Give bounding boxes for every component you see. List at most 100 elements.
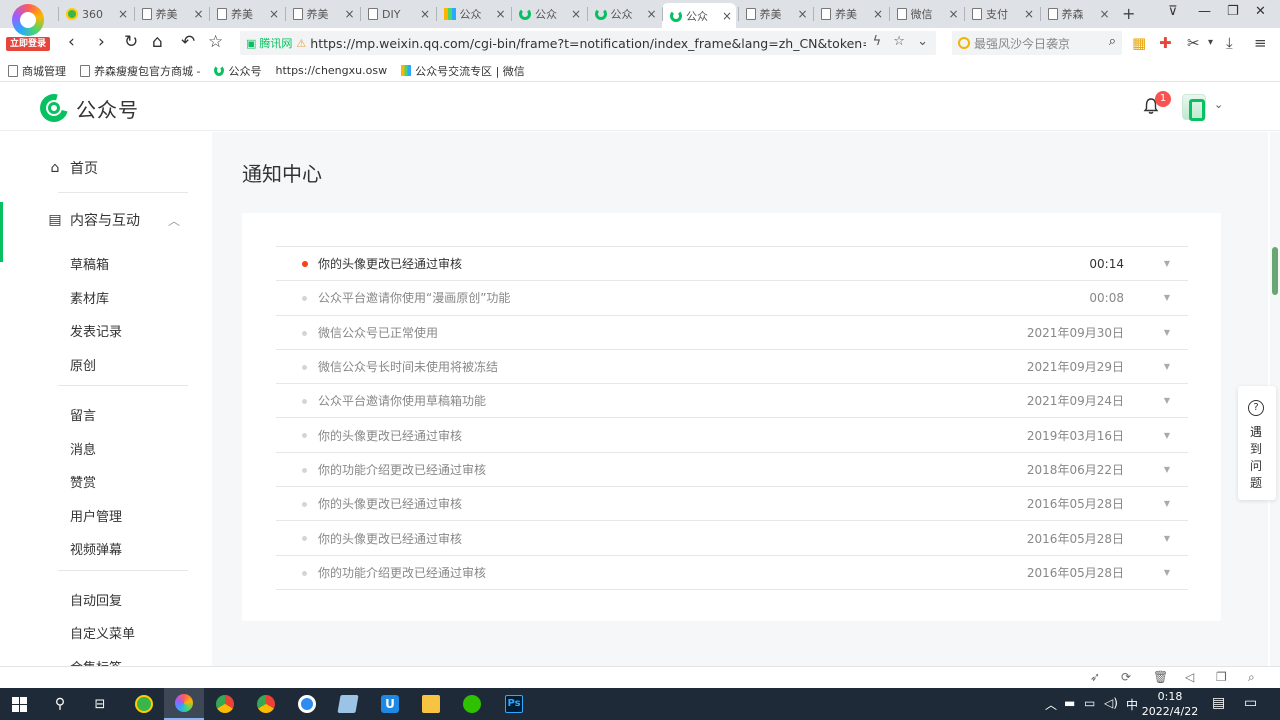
sidebar-subitem[interactable]: 视频弹幕 xyxy=(70,539,122,558)
expand-caret-icon[interactable]: ▼ xyxy=(1164,499,1170,508)
notice-title[interactable]: 公众平台邀请你使用草稿箱功能 xyxy=(318,392,486,409)
minimize-button[interactable]: — xyxy=(1198,4,1211,19)
expand-caret-icon[interactable]: ▼ xyxy=(1164,396,1170,405)
rocket-icon[interactable]: ➶ xyxy=(1090,670,1100,684)
url-text[interactable]: https://mp.weixin.qq.com/cgi-bin/frame?t… xyxy=(310,36,866,51)
taskbar-app-notes[interactable] xyxy=(328,688,368,720)
search-input[interactable]: 最强风沙今日袭京 ⌕ xyxy=(952,31,1122,55)
notice-title[interactable]: 你的头像更改已经通过审核 xyxy=(318,530,462,547)
close-icon[interactable]: × xyxy=(571,7,581,21)
notice-title[interactable]: 微信公众号已正常使用 xyxy=(318,324,438,341)
back-button[interactable]: ‹ xyxy=(68,32,75,52)
favorite-star-icon[interactable]: ☆ xyxy=(208,32,223,52)
notice-row[interactable]: 公众平台邀请你使用草稿箱功能 2021年09月24日 ▼ xyxy=(276,384,1188,419)
undo-close-button[interactable]: ↶ xyxy=(181,32,195,52)
bookmark-item[interactable]: 公众号交流专区 | 微信 xyxy=(401,63,525,79)
close-icon[interactable]: × xyxy=(495,7,505,21)
taskbar-app-current-browser[interactable] xyxy=(164,688,204,720)
chevron-down-icon[interactable]: ⌄ xyxy=(1214,98,1223,111)
bookmark-star-icon[interactable]: ☆ xyxy=(893,34,905,49)
browser-tab[interactable]: 养美 × xyxy=(209,3,283,25)
notice-row[interactable]: 你的功能介绍更改已经通过审核 2018年06月22日 ▼ xyxy=(276,453,1188,488)
expand-caret-icon[interactable]: ▼ xyxy=(1164,534,1170,543)
chevron-down-icon[interactable]: ⌄ xyxy=(917,34,928,49)
browser-tab[interactable]: 公众 × xyxy=(586,3,661,25)
browser-logo[interactable]: 立即登录 xyxy=(6,2,50,51)
sidebar-subitem[interactable]: 自动回复 xyxy=(70,590,122,609)
close-icon[interactable]: × xyxy=(1099,7,1109,21)
apps-icon[interactable]: ▦ xyxy=(1132,34,1146,52)
bookmark-item[interactable]: 公众号 xyxy=(214,63,261,79)
refresh-icon[interactable]: ⟳ xyxy=(1121,670,1131,684)
window-icon[interactable]: ❐ xyxy=(1216,670,1227,684)
taskbar-app-photoshop[interactable]: Ps xyxy=(494,688,534,720)
close-icon[interactable]: × xyxy=(269,7,279,21)
wechat-mp-logo-icon[interactable] xyxy=(34,88,74,128)
trash-icon[interactable]: 🗑 xyxy=(1153,670,1168,684)
close-icon[interactable]: × xyxy=(948,7,958,21)
notice-row[interactable]: 公众平台邀请你使用“漫画原创”功能 00:08 ▼ xyxy=(276,281,1188,316)
sidebar-subitem[interactable]: 发表记录 xyxy=(70,321,122,340)
taskbar-app-chrome[interactable] xyxy=(205,688,245,720)
reload-button[interactable]: ↻ xyxy=(124,32,138,52)
notice-title[interactable]: 你的功能介绍更改已经通过审核 xyxy=(318,461,486,478)
sidebar-subitem[interactable]: 留言 xyxy=(70,405,96,424)
close-icon[interactable]: × xyxy=(722,9,732,23)
notice-row[interactable]: 你的头像更改已经通过审核 2019年03月16日 ▼ xyxy=(276,418,1188,453)
tray-volume-icon[interactable]: ◁) xyxy=(1104,696,1118,710)
tray-expand-icon[interactable]: ︿ xyxy=(1045,696,1057,713)
taskbar-app-wechat[interactable] xyxy=(452,688,492,720)
game-icon[interactable]: ✚ xyxy=(1159,34,1172,52)
notice-title[interactable]: 你的头像更改已经通过审核 xyxy=(318,255,462,272)
expand-caret-icon[interactable]: ▼ xyxy=(1164,293,1170,302)
notice-row[interactable]: 你的功能介绍更改已经通过审核 2016年05月28日 ▼ xyxy=(276,556,1188,590)
help-button[interactable]: ? 遇到问题 xyxy=(1238,386,1276,500)
browser-tab[interactable]: 支付 × xyxy=(964,3,1038,25)
windows-start-icon[interactable] xyxy=(12,697,27,712)
sidebar-subitem[interactable]: 素材库 xyxy=(70,288,109,307)
browser-tab[interactable]: 养美 × xyxy=(813,3,887,25)
search-icon[interactable]: ⌕ xyxy=(1109,34,1116,49)
sidebar-subitem[interactable]: 赞赏 xyxy=(70,472,96,491)
notice-row[interactable]: 微信公众号长时间未使用将被冻结 2021年09月29日 ▼ xyxy=(276,350,1188,385)
notice-row[interactable]: 你的头像更改已经通过审核 00:14 ▼ xyxy=(276,247,1188,282)
sidebar-subitem[interactable]: 合集标签 xyxy=(70,657,122,667)
scrollbar-thumb[interactable] xyxy=(1272,247,1278,295)
close-icon[interactable]: × xyxy=(646,7,656,21)
address-bar[interactable]: ▣ 腾讯网 ⚠ https://mp.weixin.qq.com/cgi-bin… xyxy=(240,31,936,55)
browser-tab[interactable]: 公众 × xyxy=(511,3,585,25)
window-menu-icon[interactable]: ⊽ xyxy=(1168,4,1178,19)
home-button[interactable]: ⌂ xyxy=(152,32,163,52)
chevron-up-icon[interactable]: ︿ xyxy=(168,212,180,229)
browser-tab[interactable]: 微信 × xyxy=(888,3,963,25)
close-icon[interactable]: × xyxy=(797,7,807,21)
close-icon[interactable]: × xyxy=(420,7,430,21)
expand-caret-icon[interactable]: ▼ xyxy=(1164,362,1170,371)
close-icon[interactable]: × xyxy=(1024,7,1034,21)
sidebar-subitem[interactable]: 消息 xyxy=(70,439,96,458)
close-icon[interactable]: × xyxy=(193,7,203,21)
close-icon[interactable]: × xyxy=(344,7,354,21)
browser-tab[interactable]: 360 × xyxy=(58,3,132,25)
action-center-icon[interactable]: ▭ xyxy=(1244,695,1257,711)
expand-caret-icon[interactable]: ▼ xyxy=(1164,259,1170,268)
taskbar-clock[interactable]: 0:18 2022/4/22 xyxy=(1140,689,1200,719)
ime-indicator[interactable]: 中 xyxy=(1126,696,1138,713)
sidebar-subitem[interactable]: 自定义菜单 xyxy=(70,623,135,642)
sidebar-item-home[interactable]: ⌂ 首页 xyxy=(48,158,98,178)
browser-tab[interactable]: 公众 × xyxy=(435,3,510,25)
taskbar-search[interactable]: ⚲ xyxy=(40,688,80,720)
expand-caret-icon[interactable]: ▼ xyxy=(1164,568,1170,577)
browser-tab[interactable]: DIY × xyxy=(360,3,434,25)
taskbar-app-360-browser[interactable] xyxy=(124,688,164,720)
taskbar-app-chrome-2[interactable] xyxy=(246,688,286,720)
expand-caret-icon[interactable]: ▼ xyxy=(1164,328,1170,337)
notice-title[interactable]: 微信公众号长时间未使用将被冻结 xyxy=(318,358,498,375)
scissors-menu-icon[interactable]: ▾ xyxy=(1208,37,1213,48)
notice-row[interactable]: 微信公众号已正常使用 2021年09月30日 ▼ xyxy=(276,316,1188,350)
browser-tab[interactable]: 养美 × xyxy=(284,3,359,25)
bookmark-item[interactable]: https://chengxu.osw xyxy=(275,64,387,77)
taskbar-app-u[interactable]: U xyxy=(370,688,410,720)
tray-network-icon[interactable]: ▬ xyxy=(1064,696,1075,710)
notice-title[interactable]: 你的头像更改已经通过审核 xyxy=(318,495,462,512)
